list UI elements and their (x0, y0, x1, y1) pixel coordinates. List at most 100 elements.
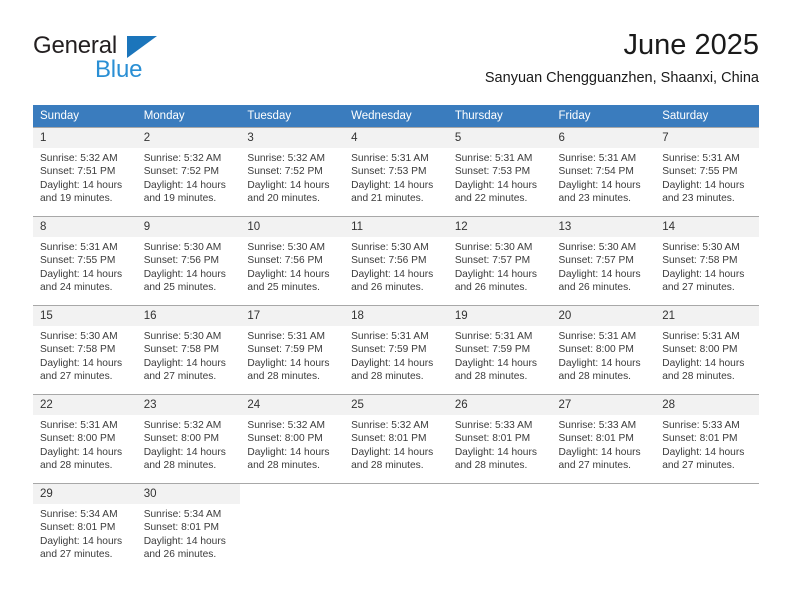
calendar-day-cell-inner: 17 Sunrise: 5:31 AM Sunset: 7:59 PM Dayligh… (240, 305, 345, 394)
calendar-day-cell-inner: 11 Sunrise: 5:30 AM Sunset: 7:56 PM Dayligh… (344, 216, 448, 305)
daylight-text-line1: Daylight: 14 hours (143, 179, 226, 191)
sunset-text: Sunset: 7:59 PM (247, 344, 323, 356)
sunrise-text: Sunrise: 5:30 AM (558, 242, 637, 253)
calendar-day-number: 12 (447, 217, 552, 237)
daylight-text-line1: Daylight: 14 hours (558, 357, 641, 369)
calendar-day-cell[interactable]: 6 Sunrise: 5:31 AM Sunset: 7:54 PM Daylight… (551, 127, 656, 216)
calendar-day-cell[interactable]: 7 Sunrise: 5:31 AM Sunset: 7:55 PM Daylight… (655, 127, 759, 216)
calendar-day-cell[interactable] (344, 483, 448, 572)
calendar-day-cell[interactable]: 17 Sunrise: 5:31 AM Sunset: 7:59 PM Dayligh… (240, 305, 345, 394)
calendar-day-cell[interactable]: 2 Sunrise: 5:32 AM Sunset: 7:52 PM Daylight… (136, 127, 241, 216)
calendar-day-cell[interactable]: 27 Sunrise: 5:33 AM Sunset: 8:01 PM Dayligh… (551, 394, 656, 483)
daylight-text-line1: Daylight: 14 hours (143, 357, 226, 369)
calendar-day-cell[interactable] (447, 483, 552, 572)
sunset-text: Sunset: 7:56 PM (247, 255, 323, 267)
sunset-text: Sunset: 8:00 PM (143, 433, 220, 445)
calendar-day-cell[interactable]: 5 Sunrise: 5:31 AM Sunset: 7:53 PM Daylight… (447, 127, 552, 216)
calendar-day-cell[interactable]: 8 Sunrise: 5:31 AM Sunset: 7:55 PM Daylight… (33, 216, 137, 305)
page-subtitle: Sanyuan Chengguanzhen, Shaanxi, China (484, 70, 759, 86)
calendar-day-cell[interactable]: 26 Sunrise: 5:33 AM Sunset: 8:01 PM Dayligh… (447, 394, 552, 483)
sunset-text: Sunset: 8:01 PM (662, 433, 738, 445)
calendar-day-cell[interactable]: 24 Sunrise: 5:32 AM Sunset: 8:00 PM Dayligh… (240, 394, 345, 483)
calendar-day-cell[interactable]: 21 Sunrise: 5:31 AM Sunset: 8:00 PM Dayligh… (655, 305, 759, 394)
calendar-day-cell[interactable]: 9 Sunrise: 5:30 AM Sunset: 7:56 PM Daylight… (136, 216, 241, 305)
calendar-day-number: 4 (344, 128, 448, 148)
calendar-day-details (240, 504, 344, 508)
calendar-day-cell[interactable]: 18 Sunrise: 5:31 AM Sunset: 7:59 PM Dayligh… (344, 305, 448, 394)
sunset-text: Sunset: 8:01 PM (40, 522, 116, 534)
sunrise-text: Sunrise: 5:34 AM (143, 509, 222, 520)
calendar-day-cell-inner (447, 483, 552, 572)
calendar-day-cell[interactable]: 25 Sunrise: 5:32 AM Sunset: 8:01 PM Dayligh… (344, 394, 448, 483)
calendar-day-details: Sunrise: 5:33 AM Sunset: 8:01 PM Daylight:… (448, 415, 552, 473)
daylight-text-line1: Daylight: 14 hours (247, 268, 330, 280)
sunrise-text: Sunrise: 5:31 AM (454, 331, 533, 342)
daylight-text-line2: and 28 minutes. (351, 460, 424, 472)
calendar-day-cell[interactable]: 3 Sunrise: 5:32 AM Sunset: 7:52 PM Daylight… (240, 127, 345, 216)
sunrise-text: Sunrise: 5:33 AM (662, 420, 740, 431)
calendar-day-cell[interactable]: 29 Sunrise: 5:34 AM Sunset: 8:01 PM Dayligh… (33, 483, 137, 572)
sunset-text: Sunset: 7:58 PM (662, 255, 738, 267)
calendar-day-cell[interactable] (551, 483, 656, 572)
daylight-text-line1: Daylight: 14 hours (247, 446, 330, 458)
daylight-text-line2: and 19 minutes. (40, 193, 113, 205)
calendar-day-cell[interactable]: 1 Sunrise: 5:32 AM Sunset: 7:51 PM Daylight… (33, 127, 137, 216)
calendar-day-details: Sunrise: 5:33 AM Sunset: 8:01 PM Daylight:… (552, 415, 656, 473)
calendar-day-details: Sunrise: 5:31 AM Sunset: 8:00 PM Daylight:… (655, 326, 759, 384)
calendar-day-cell-inner: 13 Sunrise: 5:30 AM Sunset: 7:57 PM Dayligh… (551, 216, 656, 305)
sunset-text: Sunset: 7:53 PM (454, 166, 531, 178)
weekday-header-monday: Monday (136, 105, 241, 127)
calendar-day-cell-inner: 7 Sunrise: 5:31 AM Sunset: 7:55 PM Daylight… (655, 127, 759, 216)
calendar-day-cell[interactable]: 10 Sunrise: 5:30 AM Sunset: 7:56 PM Dayligh… (240, 216, 345, 305)
logo-text-blue: Blue (95, 56, 143, 83)
daylight-text-line2: and 27 minutes. (40, 371, 113, 383)
calendar-day-cell[interactable]: 22 Sunrise: 5:31 AM Sunset: 8:00 PM Dayligh… (33, 394, 137, 483)
sunrise-text: Sunrise: 5:31 AM (40, 242, 118, 253)
calendar-day-details (344, 504, 448, 508)
calendar-day-cell[interactable]: 4 Sunrise: 5:31 AM Sunset: 7:53 PM Daylight… (344, 127, 448, 216)
calendar-day-cell[interactable]: 15 Sunrise: 5:30 AM Sunset: 7:58 PM Dayligh… (33, 305, 137, 394)
calendar-day-cell-inner: 21 Sunrise: 5:31 AM Sunset: 8:00 PM Dayligh… (655, 305, 759, 394)
weekday-header-saturday: Saturday (655, 105, 759, 127)
calendar-day-cell[interactable]: 30 Sunrise: 5:34 AM Sunset: 8:01 PM Dayligh… (136, 483, 241, 572)
calendar-day-number: 3 (240, 128, 345, 148)
sunset-text: Sunset: 8:01 PM (454, 433, 531, 445)
calendar-day-cell[interactable]: 20 Sunrise: 5:31 AM Sunset: 8:00 PM Dayligh… (551, 305, 656, 394)
calendar-day-number: 24 (240, 395, 345, 415)
calendar-day-cell[interactable]: 14 Sunrise: 5:30 AM Sunset: 7:58 PM Dayligh… (655, 216, 759, 305)
calendar-day-number: 23 (136, 395, 241, 415)
daylight-text-line1: Daylight: 14 hours (40, 446, 123, 458)
calendar-day-cell[interactable]: 12 Sunrise: 5:30 AM Sunset: 7:57 PM Dayligh… (447, 216, 552, 305)
daylight-text-line1: Daylight: 14 hours (662, 357, 745, 369)
calendar-day-number: 25 (344, 395, 448, 415)
calendar-day-cell[interactable]: 23 Sunrise: 5:32 AM Sunset: 8:00 PM Dayligh… (136, 394, 241, 483)
daylight-text-line2: and 22 minutes. (454, 193, 528, 205)
calendar-day-cell[interactable] (655, 483, 759, 572)
title-block: June 2025 Sanyuan Chengguanzhen, Shaanxi… (485, 28, 759, 88)
page-header: General Blue June 2025 Sanyuan Chengguan… (33, 28, 759, 96)
calendar-day-number: 28 (655, 395, 759, 415)
calendar-day-cell[interactable] (240, 483, 345, 572)
calendar-day-number: 29 (33, 484, 137, 504)
sunrise-text: Sunrise: 5:30 AM (454, 242, 533, 253)
sunset-text: Sunset: 7:58 PM (143, 344, 220, 356)
calendar-day-cell-inner: 1 Sunrise: 5:32 AM Sunset: 7:51 PM Daylight… (33, 127, 137, 216)
daylight-text-line1: Daylight: 14 hours (454, 357, 537, 369)
logo-triangle-icon (127, 36, 157, 58)
weekday-header-sunday: Sunday (33, 105, 137, 127)
calendar-day-details: Sunrise: 5:32 AM Sunset: 8:00 PM Daylight:… (240, 415, 344, 473)
daylight-text-line1: Daylight: 14 hours (558, 268, 641, 280)
calendar-day-cell[interactable]: 19 Sunrise: 5:31 AM Sunset: 7:59 PM Dayligh… (447, 305, 552, 394)
calendar-day-cell[interactable]: 28 Sunrise: 5:33 AM Sunset: 8:01 PM Dayligh… (655, 394, 759, 483)
sunset-text: Sunset: 7:55 PM (40, 255, 116, 267)
calendar-day-details: Sunrise: 5:30 AM Sunset: 7:56 PM Daylight:… (240, 237, 344, 295)
generalblue-logo[interactable]: General Blue (33, 32, 213, 88)
daylight-text-line1: Daylight: 14 hours (143, 268, 226, 280)
calendar-day-cell[interactable]: 11 Sunrise: 5:30 AM Sunset: 7:56 PM Dayligh… (344, 216, 448, 305)
calendar-day-cell[interactable]: 16 Sunrise: 5:30 AM Sunset: 7:58 PM Dayligh… (136, 305, 241, 394)
sunset-text: Sunset: 8:00 PM (40, 433, 116, 445)
sunrise-text: Sunrise: 5:30 AM (662, 242, 740, 253)
sunrise-text: Sunrise: 5:31 AM (40, 420, 118, 431)
calendar-day-cell[interactable]: 13 Sunrise: 5:30 AM Sunset: 7:57 PM Dayligh… (551, 216, 656, 305)
calendar-day-details: Sunrise: 5:30 AM Sunset: 7:58 PM Daylight:… (33, 326, 137, 384)
